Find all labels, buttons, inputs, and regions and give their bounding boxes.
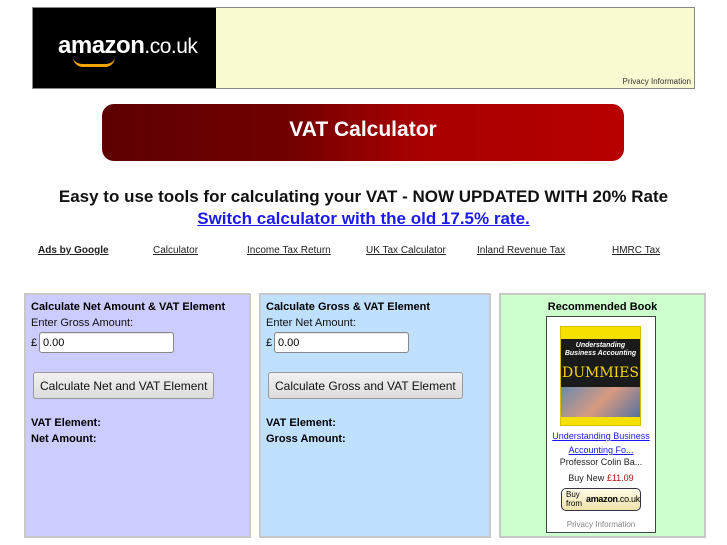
buy-new-label: Buy New xyxy=(568,473,605,483)
gross-vat-element-label: VAT Element: xyxy=(266,417,336,429)
book-cover-image[interactable]: Understanding Business Accounting DUMMIE… xyxy=(560,326,641,426)
amazon-logo-small: amazon.co.uk xyxy=(586,494,640,504)
ad-link-calculator[interactable]: Calculator xyxy=(153,245,198,256)
net-panel-title: Calculate Net Amount & VAT Element xyxy=(31,301,226,313)
amazon-smile-icon xyxy=(73,57,115,67)
book-author: Professor Colin Ba... xyxy=(559,457,643,467)
top-ad-banner: amazon.co.uk Privacy Information xyxy=(32,7,695,89)
book-heading: Recommended Book xyxy=(547,301,658,313)
switch-rate-link[interactable]: Switch calculator with the old 17.5% rat… xyxy=(197,209,530,228)
cover-series: DUMMIES xyxy=(561,365,640,381)
book-price-row: Buy New £11.09 xyxy=(547,473,655,483)
banner-privacy-link[interactable]: Privacy Information xyxy=(623,77,691,86)
amazon-logo-text: amazon.co.uk xyxy=(58,32,198,59)
ad-link-hmrc-tax[interactable]: HMRC Tax xyxy=(612,245,660,256)
ad-link-inland-revenue-tax[interactable]: Inland Revenue Tax xyxy=(477,245,565,256)
gross-amount-label: Gross Amount: xyxy=(266,433,346,445)
net-amount-label: Net Amount: xyxy=(31,433,97,445)
pound-symbol: £ xyxy=(266,337,273,349)
page-title: VAT Calculator xyxy=(289,118,437,141)
net-amount-input-label: Enter Net Amount: xyxy=(266,317,356,329)
book-widget: Understanding Business Accounting DUMMIE… xyxy=(546,316,656,533)
amazon-logo[interactable]: amazon.co.uk xyxy=(33,8,216,88)
gross-amount-label: Enter Gross Amount: xyxy=(31,317,134,329)
book-title: Understanding Business Accounting Fo... xyxy=(547,429,655,457)
tagline: Easy to use tools for calculating your V… xyxy=(58,187,669,206)
book-privacy-link[interactable]: Privacy Information xyxy=(547,520,655,529)
net-vat-element-label: VAT Element: xyxy=(31,417,101,429)
net-calculator-panel: Calculate Net Amount & VAT Element Enter… xyxy=(24,293,251,538)
pound-symbol: £ xyxy=(31,337,38,349)
calculate-gross-button[interactable]: Calculate Gross and VAT Element xyxy=(268,372,463,399)
ads-by-google-link[interactable]: Ads by Google xyxy=(38,245,109,256)
ad-links-bar: Ads by Google Calculator Income Tax Retu… xyxy=(0,245,727,259)
net-amount-input[interactable] xyxy=(274,332,409,353)
book-title-link-line1[interactable]: Understanding Business xyxy=(552,431,650,441)
gross-panel-title: Calculate Gross & VAT Element xyxy=(266,301,431,313)
recommended-book-panel: Recommended Book Understanding Business … xyxy=(499,293,706,538)
gross-amount-input[interactable] xyxy=(39,332,174,353)
gross-calculator-panel: Calculate Gross & VAT Element Enter Net … xyxy=(259,293,491,538)
cover-title: Understanding Business Accounting xyxy=(564,342,637,357)
book-price: £11.09 xyxy=(606,473,634,483)
calculate-net-button[interactable]: Calculate Net and VAT Element xyxy=(33,372,215,399)
ad-link-uk-tax-calculator[interactable]: UK Tax Calculator xyxy=(366,245,446,256)
buy-from-amazon-button[interactable]: Buy from amazon.co.uk xyxy=(561,488,641,511)
book-title-link-line2[interactable]: Accounting Fo... xyxy=(568,445,633,455)
header-bar: VAT Calculator xyxy=(102,104,624,161)
ad-link-income-tax-return[interactable]: Income Tax Return xyxy=(247,245,331,256)
